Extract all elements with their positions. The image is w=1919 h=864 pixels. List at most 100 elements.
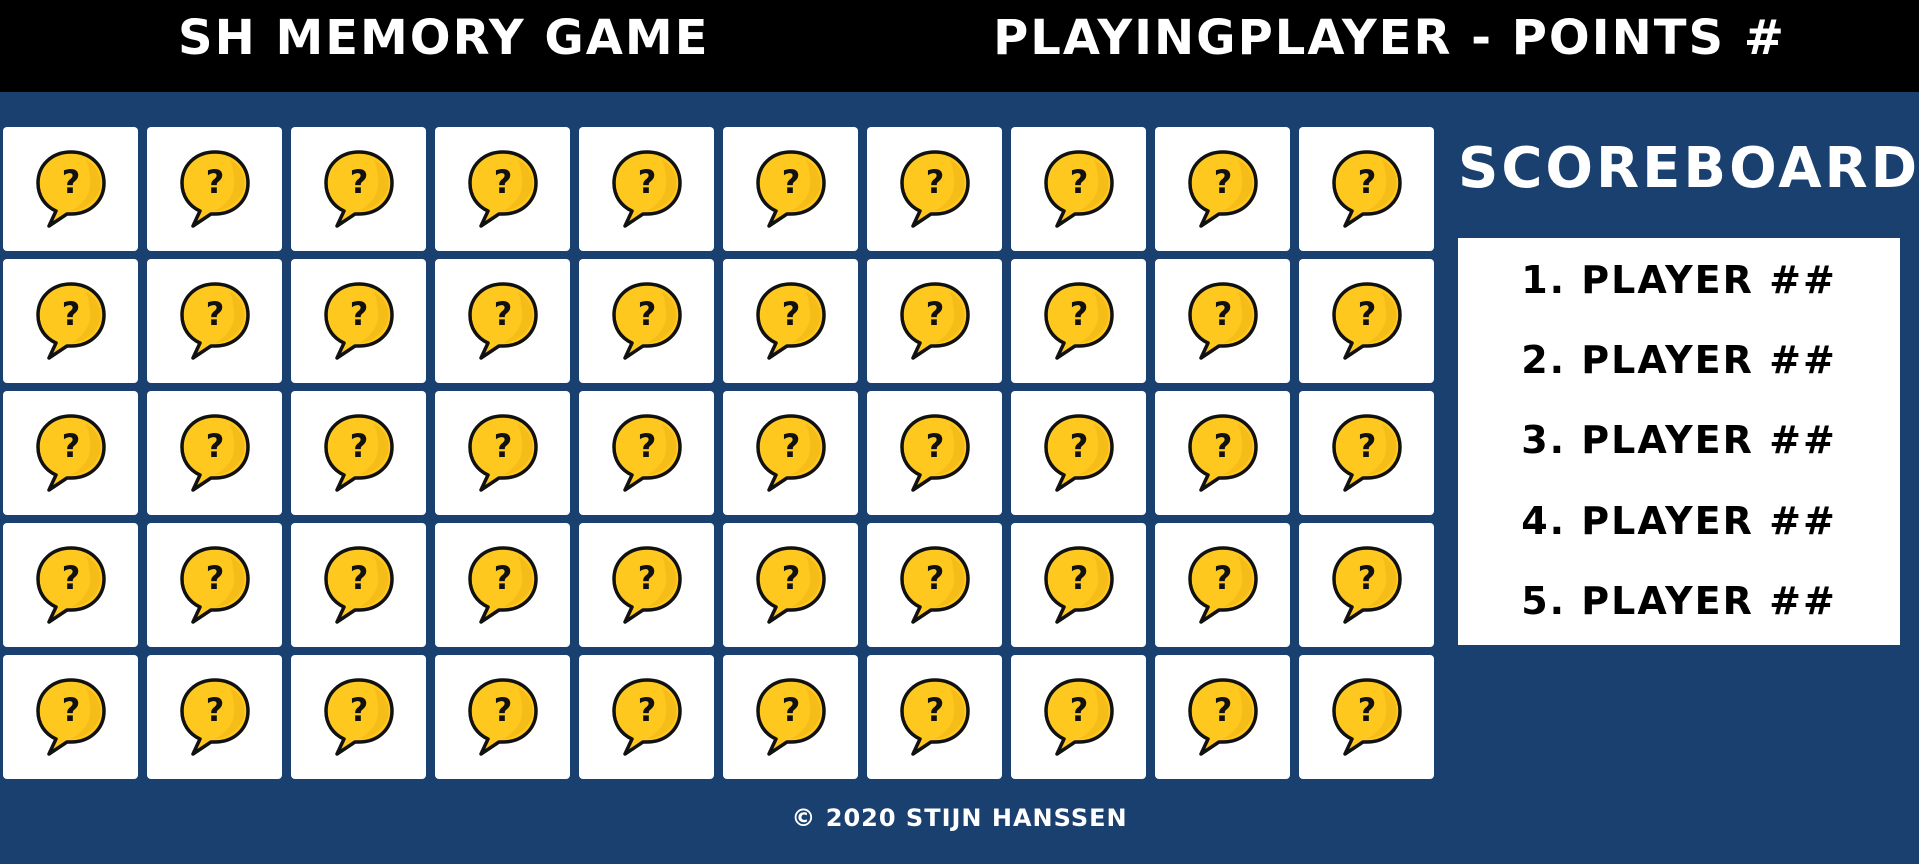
memory-card[interactable]: ? [867, 127, 1002, 251]
question-mark-glyph: ? [1069, 163, 1088, 201]
memory-card[interactable]: ? [147, 523, 282, 647]
question-bubble-icon: ? [179, 150, 250, 228]
memory-card[interactable]: ? [1299, 259, 1434, 383]
question-bubble-icon: ? [1187, 678, 1258, 756]
question-bubble-icon: ? [35, 150, 106, 228]
memory-card[interactable]: ? [1299, 523, 1434, 647]
memory-card[interactable]: ? [3, 523, 138, 647]
memory-card[interactable]: ? [435, 391, 570, 515]
memory-card[interactable]: ? [723, 523, 858, 647]
memory-card[interactable]: ? [579, 391, 714, 515]
memory-card[interactable]: ? [1011, 127, 1146, 251]
question-mark-glyph: ? [493, 427, 512, 465]
question-bubble-icon: ? [1187, 414, 1258, 492]
question-bubble-icon: ? [467, 414, 538, 492]
question-mark-glyph: ? [349, 691, 368, 729]
memory-card[interactable]: ? [1299, 127, 1434, 251]
memory-card[interactable]: ? [867, 655, 1002, 779]
memory-card[interactable]: ? [867, 391, 1002, 515]
question-mark-glyph: ? [349, 427, 368, 465]
memory-card[interactable]: ? [1155, 523, 1290, 647]
memory-card[interactable]: ? [1011, 259, 1146, 383]
memory-card[interactable]: ? [435, 655, 570, 779]
memory-card[interactable]: ? [291, 655, 426, 779]
copyright-footer: © 2020 STIJN HANSSEN [791, 804, 1128, 832]
question-bubble-icon: ? [1043, 150, 1114, 228]
memory-card[interactable]: ? [3, 391, 138, 515]
question-mark-glyph: ? [1357, 559, 1376, 597]
memory-card[interactable]: ? [867, 523, 1002, 647]
memory-card[interactable]: ? [1011, 655, 1146, 779]
memory-card[interactable]: ? [291, 523, 426, 647]
memory-card[interactable]: ? [147, 127, 282, 251]
question-bubble-icon: ? [467, 282, 538, 360]
question-bubble-icon: ? [1043, 282, 1114, 360]
question-mark-glyph: ? [205, 427, 224, 465]
question-mark-glyph: ? [781, 427, 800, 465]
question-bubble-icon: ? [467, 150, 538, 228]
question-bubble-icon: ? [467, 546, 538, 624]
question-mark-glyph: ? [205, 559, 224, 597]
memory-card[interactable]: ? [1155, 259, 1290, 383]
question-mark-glyph: ? [637, 163, 656, 201]
question-mark-glyph: ? [205, 691, 224, 729]
question-bubble-icon: ? [1043, 546, 1114, 624]
scoreboard-panel: 1. PLAYER ## 2. PLAYER ## 3. PLAYER ## 4… [1458, 238, 1900, 645]
memory-card[interactable]: ? [435, 127, 570, 251]
memory-card[interactable]: ? [435, 523, 570, 647]
question-bubble-icon: ? [179, 678, 250, 756]
question-mark-glyph: ? [61, 295, 80, 333]
memory-card[interactable]: ? [1011, 523, 1146, 647]
scoreboard-entry: 2. PLAYER ## [1521, 338, 1837, 383]
question-bubble-icon: ? [899, 678, 970, 756]
memory-card[interactable]: ? [867, 259, 1002, 383]
question-mark-glyph: ? [781, 295, 800, 333]
question-bubble-icon: ? [1331, 282, 1402, 360]
question-bubble-icon: ? [323, 282, 394, 360]
question-mark-glyph: ? [1069, 427, 1088, 465]
memory-card[interactable]: ? [1299, 655, 1434, 779]
memory-card[interactable]: ? [579, 127, 714, 251]
memory-card[interactable]: ? [723, 127, 858, 251]
question-bubble-icon: ? [35, 414, 106, 492]
question-mark-glyph: ? [493, 691, 512, 729]
question-mark-glyph: ? [925, 427, 944, 465]
memory-card[interactable]: ? [723, 655, 858, 779]
memory-card[interactable]: ? [435, 259, 570, 383]
memory-card[interactable]: ? [291, 259, 426, 383]
memory-card[interactable]: ? [1155, 655, 1290, 779]
question-mark-glyph: ? [205, 163, 224, 201]
question-bubble-icon: ? [179, 282, 250, 360]
question-bubble-icon: ? [1187, 150, 1258, 228]
memory-card[interactable]: ? [723, 391, 858, 515]
memory-card[interactable]: ? [3, 259, 138, 383]
memory-card[interactable]: ? [147, 655, 282, 779]
memory-card[interactable]: ? [3, 127, 138, 251]
memory-card[interactable]: ? [1155, 391, 1290, 515]
question-mark-glyph: ? [1213, 295, 1232, 333]
question-bubble-icon: ? [899, 414, 970, 492]
question-mark-glyph: ? [637, 691, 656, 729]
memory-card[interactable]: ? [291, 391, 426, 515]
memory-card[interactable]: ? [3, 655, 138, 779]
memory-card[interactable]: ? [579, 259, 714, 383]
question-bubble-icon: ? [755, 546, 826, 624]
question-mark-glyph: ? [61, 559, 80, 597]
question-mark-glyph: ? [493, 559, 512, 597]
question-bubble-icon: ? [611, 678, 682, 756]
question-mark-glyph: ? [781, 691, 800, 729]
memory-card[interactable]: ? [579, 523, 714, 647]
memory-card[interactable]: ? [147, 259, 282, 383]
question-bubble-icon: ? [611, 150, 682, 228]
memory-card[interactable]: ? [579, 655, 714, 779]
memory-card[interactable]: ? [1155, 127, 1290, 251]
memory-card[interactable]: ? [1299, 391, 1434, 515]
memory-card[interactable]: ? [291, 127, 426, 251]
memory-card[interactable]: ? [147, 391, 282, 515]
question-mark-glyph: ? [1213, 691, 1232, 729]
question-bubble-icon: ? [467, 678, 538, 756]
memory-card[interactable]: ? [723, 259, 858, 383]
question-mark-glyph: ? [349, 295, 368, 333]
memory-card[interactable]: ? [1011, 391, 1146, 515]
question-mark-glyph: ? [781, 163, 800, 201]
